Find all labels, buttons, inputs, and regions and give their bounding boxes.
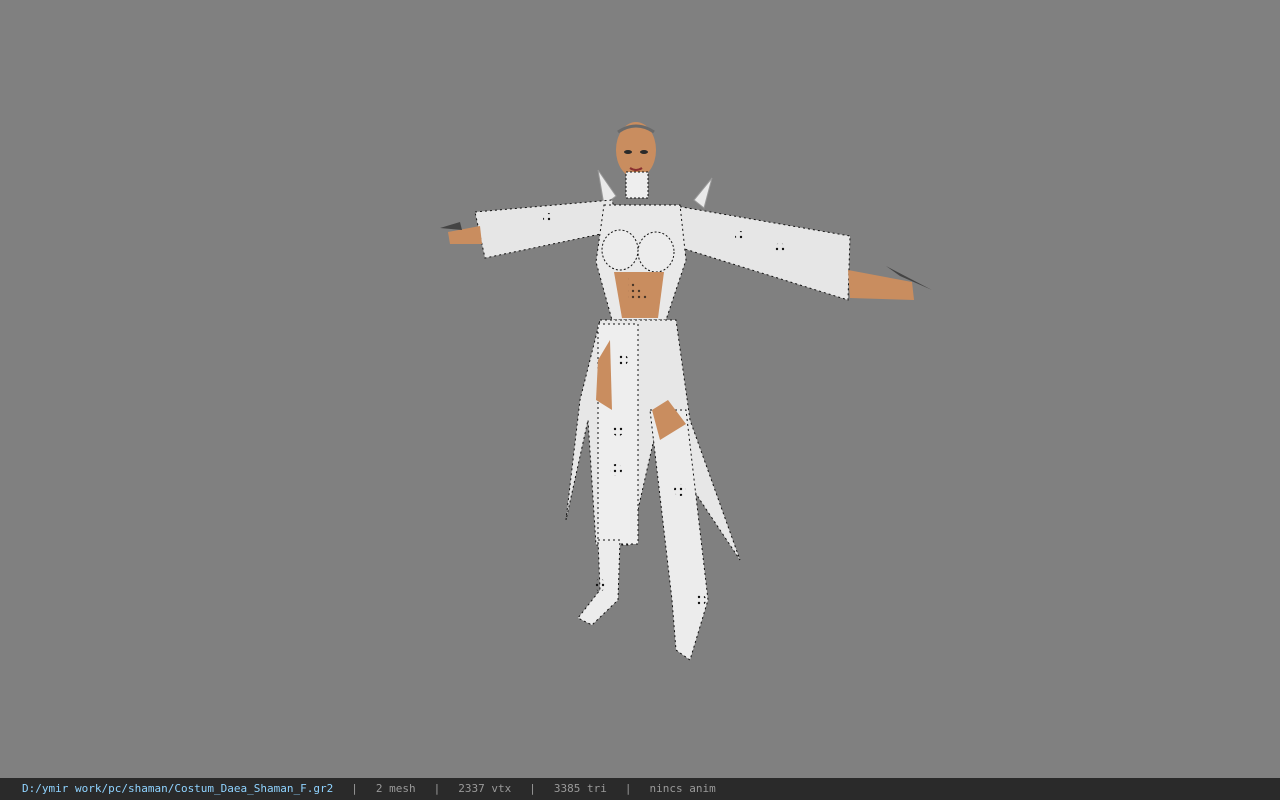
mesh-count: 2 mesh: [375, 782, 416, 795]
triangle-count: 3385 tri: [553, 782, 607, 795]
head: [616, 122, 656, 178]
file-path: D:/ymir work/pc/shaman/Costum_Daea_Shama…: [22, 782, 334, 795]
separator: |: [624, 782, 632, 795]
separator: |: [351, 782, 358, 795]
animation-status: nincs anim: [649, 782, 716, 795]
separator: |: [529, 782, 536, 795]
status-bar: D:/ymir work/pc/shaman/Costum_Daea_Shama…: [0, 778, 1280, 800]
vertex-count: 2337 vtx: [458, 782, 512, 795]
separator: |: [433, 782, 441, 795]
3d-viewport[interactable]: [0, 0, 1280, 778]
character-model: [440, 122, 932, 661]
